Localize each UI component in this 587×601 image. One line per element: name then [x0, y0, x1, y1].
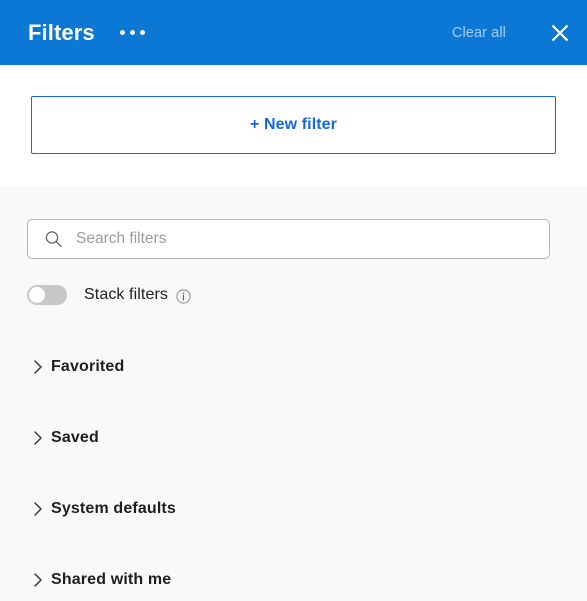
new-filter-button[interactable]: + New filter [31, 96, 556, 154]
search-section [0, 186, 587, 259]
close-icon [548, 21, 572, 45]
ellipsis-dot-2 [129, 30, 135, 35]
filters-body: Stack filters Favorited [0, 186, 587, 601]
chevron-right-icon [33, 501, 43, 517]
stack-filters-toggle[interactable] [27, 285, 67, 305]
filter-group-shared-with-me[interactable]: Shared with me [0, 544, 587, 601]
filter-group-list: Favorited Saved System defaults Shared w… [0, 331, 587, 601]
filter-group-label: System defaults [51, 499, 176, 517]
ellipsis-horizontal-icon[interactable] [116, 24, 149, 41]
toggle-knob [29, 287, 45, 303]
close-button[interactable] [538, 11, 582, 55]
ellipsis-dot-1 [119, 30, 125, 35]
search-input[interactable] [28, 220, 549, 258]
filter-group-saved[interactable]: Saved [0, 402, 587, 473]
new-filter-section: + New filter [0, 65, 587, 186]
filters-panel: Filters Clear all + New filter Search fi… [0, 0, 587, 601]
stack-filters-row: Stack filters [0, 259, 587, 305]
clear-all-button[interactable]: Clear all [448, 19, 510, 47]
filter-group-label: Shared with me [51, 570, 172, 588]
chevron-right-icon [33, 572, 43, 588]
search-box[interactable] [27, 219, 550, 259]
page-title: Filters [28, 19, 95, 45]
filter-group-system-defaults[interactable]: System defaults [0, 473, 587, 544]
info-circle-icon[interactable] [176, 288, 191, 304]
panel-header: Filters Clear all [0, 0, 587, 65]
stack-filters-label: Stack filters [84, 286, 168, 303]
chevron-right-icon [33, 430, 43, 446]
filter-group-label: Saved [51, 428, 99, 446]
filter-group-favorited[interactable]: Favorited [0, 331, 587, 402]
filter-group-label: Favorited [51, 357, 125, 375]
chevron-right-icon [33, 359, 43, 375]
ellipsis-dot-3 [139, 30, 145, 35]
